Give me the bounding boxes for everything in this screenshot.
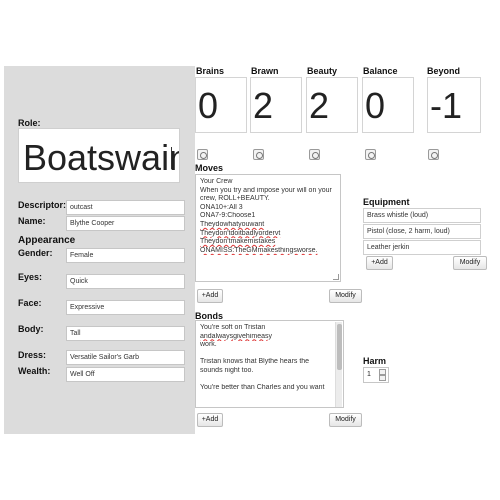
bonds-add-button[interactable]: +Add [197,413,223,427]
harm-stepper[interactable]: 1 [363,367,389,383]
roll-dice-icon[interactable] [309,149,320,160]
equipment-item[interactable]: Pistol (close, 2 harm, loud) [363,224,481,239]
appearance-heading: Appearance [18,235,76,246]
role-value: Boatswain [23,137,180,178]
moves-line: ONAMISS:TheGMmakesthingsworse. [200,246,318,254]
stat-label-beauty: Beauty [307,66,338,76]
bonds-line: work. [200,341,217,349]
moves-line: When you try and impose your will on you… [200,186,332,194]
stat-label-brawn: Brawn [251,66,279,76]
moves-line: Theydon'tmakemistakes [200,238,276,246]
stat-label-brains: Brains [196,66,225,76]
gender-label: Gender: [18,248,53,258]
body-field[interactable]: Tall [66,326,185,341]
text-cursor [171,147,172,169]
moves-modify-button[interactable]: Modify [329,289,362,303]
body-label: Body: [18,324,44,334]
roll-dice-icon[interactable] [428,149,439,160]
moves-line: Theydowhatyouwant [200,220,265,228]
moves-line: ONA10+:All 3 [200,203,243,211]
bonds-line: You're soft on Tristan [200,324,266,331]
name-field[interactable]: Blythe Cooper [66,216,185,231]
equipment-modify-button[interactable]: Modify [453,256,487,270]
moves-line: Your Crew [200,178,233,185]
stat-label-balance: Balance [363,66,398,76]
eyes-label: Eyes: [18,272,43,282]
stat-value-beauty[interactable]: 2 [306,77,358,133]
equipment-item[interactable]: Brass whistle (loud) [363,208,481,223]
moves-line: ONA7-9:Choose1 [200,212,256,220]
eyes-field[interactable]: Quick [66,274,185,289]
stat-value-brawn[interactable]: 2 [250,77,302,133]
bonds-line: You're better than Charles and you want [200,384,325,392]
wealth-label: Wealth: [18,366,51,376]
name-label: Name: [18,216,46,226]
bonds-modify-button[interactable]: Modify [329,413,362,427]
stat-value-balance[interactable]: 0 [362,77,414,133]
equipment-heading: Equipment [363,197,410,207]
moves-heading: Moves [195,163,224,173]
bonds-textarea[interactable]: You're soft on Tristan andalwaysgivehime… [195,320,344,408]
moves-add-button[interactable]: +Add [197,289,223,303]
bonds-line: Tristan knows that Blythe hears the [200,358,310,366]
bonds-line [200,376,339,385]
bonds-scrollbar[interactable] [335,322,342,407]
moves-line: crew, ROLL+BEAUTY. [200,195,270,203]
equipment-item[interactable]: Leather jerkin [363,240,481,255]
bonds-line [200,350,339,359]
role-label: Role: [18,118,41,128]
descriptor-field[interactable]: outcast [66,200,185,215]
dress-label: Dress: [18,350,47,360]
moves-line: Theydon'tdoitbadlyordervt [200,229,281,237]
scroll-thumb[interactable] [337,324,342,370]
bonds-line: sounds night too. [200,366,254,374]
roll-dice-icon[interactable] [197,149,208,160]
harm-heading: Harm [363,356,387,366]
stat-label-beyond: Beyond [427,66,461,76]
bonds-line: andalwaysgivehimeasy [200,332,272,340]
gender-field[interactable]: Female [66,248,185,263]
face-label: Face: [18,298,42,308]
roll-dice-icon[interactable] [365,149,376,160]
descriptor-label: Descriptor: [18,200,67,210]
resize-handle[interactable] [333,274,339,280]
roll-dice-icon[interactable] [253,149,264,160]
wealth-field[interactable]: Well Off [66,367,185,382]
moves-textarea[interactable]: Your Crew When you try and impose your w… [195,174,341,282]
harm-value: 1 [367,371,371,378]
role-field[interactable]: Boatswain [18,128,180,183]
decrement-arrow-icon[interactable] [379,375,386,381]
stat-value-brains[interactable]: 0 [195,77,247,133]
face-field[interactable]: Expressive [66,300,185,315]
dress-field[interactable]: Versatile Sailor's Garb [66,350,185,365]
equipment-add-button[interactable]: +Add [366,256,393,270]
stat-value-beyond[interactable]: -1 [427,77,481,133]
